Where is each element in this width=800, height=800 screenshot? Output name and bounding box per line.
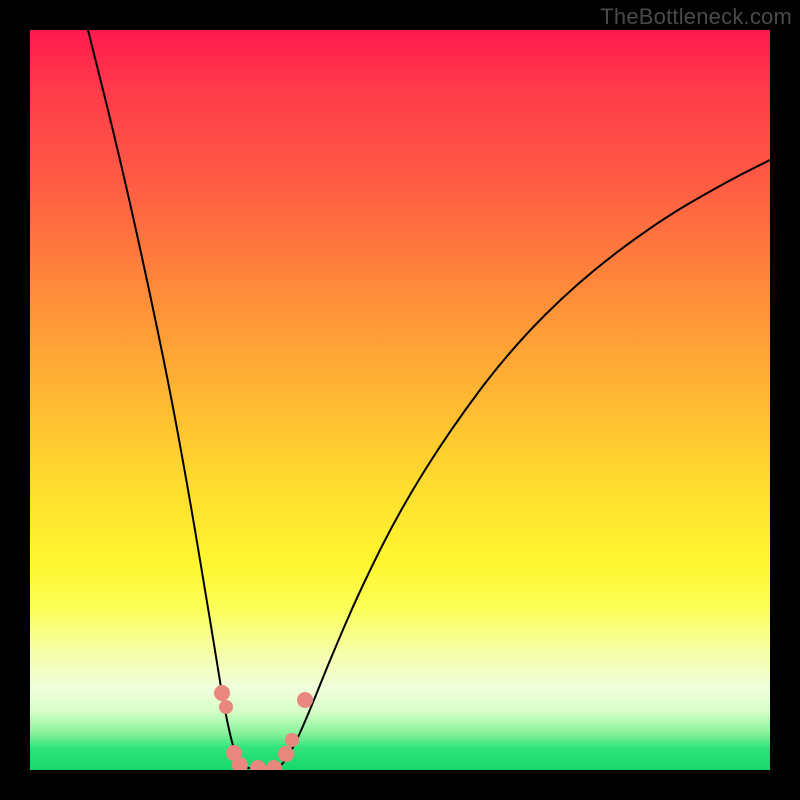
curve-right xyxy=(278,160,770,768)
marker-point xyxy=(250,760,266,770)
marker-point xyxy=(214,685,230,701)
marker-point xyxy=(219,700,233,714)
bottleneck-curve xyxy=(30,30,770,770)
plot-area xyxy=(30,30,770,770)
curve-group xyxy=(88,30,770,768)
curve-left xyxy=(88,30,248,768)
chart-frame: TheBottleneck.com xyxy=(0,0,800,800)
marker-point xyxy=(278,746,294,762)
marker-point xyxy=(266,760,282,770)
watermark-text: TheBottleneck.com xyxy=(600,4,792,30)
marker-point xyxy=(297,692,313,708)
marker-point xyxy=(285,733,299,747)
